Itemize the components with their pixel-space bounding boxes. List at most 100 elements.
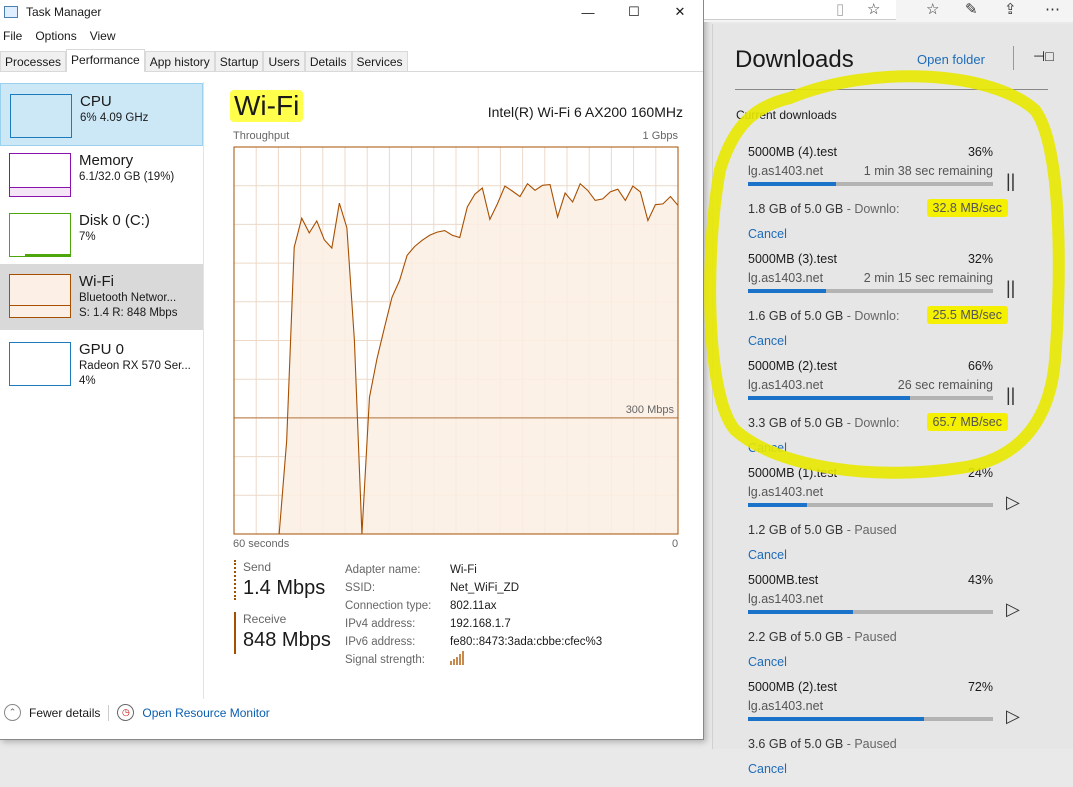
resource-detail: 6% 4.09 GHz <box>80 111 148 126</box>
time-remaining: 1 min 38 sec remaining <box>864 164 993 178</box>
download-item: 5000MB (3).test 32% lg.as1403.net 2 min … <box>748 252 1058 359</box>
resource-disk[interactable]: Disk 0 (C:)7% <box>0 203 203 266</box>
prop-key: Connection type: <box>345 597 450 615</box>
menu-options[interactable]: Options <box>32 29 80 43</box>
download-status: - Downlo: <box>847 309 900 323</box>
progress-fill <box>748 717 924 721</box>
pin-icon[interactable]: ⊣□ <box>1033 48 1054 65</box>
resume-icon[interactable]: ▷ <box>1006 492 1020 513</box>
file-name[interactable]: 5000MB.test <box>748 573 818 587</box>
tab-users[interactable]: Users <box>263 51 304 71</box>
receive-stat: Receive 848 Mbps <box>234 612 334 654</box>
download-speed: 65.7 MB/sec <box>927 413 1008 431</box>
detail-title: Wi-Fi <box>230 90 303 122</box>
prop-key: IPv4 address: <box>345 615 450 633</box>
file-name[interactable]: 5000MB (3).test <box>748 252 837 266</box>
chart-x-left-label: 60 seconds <box>233 538 289 550</box>
prop-value: fe80::8473:3ada:cbbe:cfec%3 <box>450 633 602 651</box>
download-speed: 25.5 MB/sec <box>927 306 1008 324</box>
current-downloads-heading: Current downloads <box>736 108 837 122</box>
download-item: 5000MB (1).test 24% lg.as1403.net ▷ 1.2 … <box>748 466 1058 573</box>
cancel-link[interactable]: Cancel <box>748 441 787 455</box>
cancel-link[interactable]: Cancel <box>748 227 787 241</box>
file-name[interactable]: 5000MB (4).test <box>748 145 837 159</box>
download-percent: 24% <box>953 466 993 480</box>
prop-value: 802.11ax <box>450 597 496 615</box>
resource-wifi[interactable]: Wi-FiBluetooth Networ...S: 1.4 R: 848 Mb… <box>0 264 203 330</box>
tab-services[interactable]: Services <box>352 51 408 71</box>
download-size: 1.6 GB of 5.0 GB - Downlo: <box>748 309 899 323</box>
download-percent: 36% <box>953 145 993 159</box>
progress-fill <box>748 289 826 293</box>
task-manager-icon <box>4 6 18 18</box>
cancel-link[interactable]: Cancel <box>748 655 787 669</box>
open-resource-monitor-link[interactable]: Open Resource Monitor <box>142 706 269 720</box>
file-name[interactable]: 5000MB (2).test <box>748 680 837 694</box>
footer: ⌃ Fewer details ◷ Open Resource Monitor <box>4 704 270 721</box>
download-percent: 32% <box>953 252 993 266</box>
file-name[interactable]: 5000MB (1).test <box>748 466 837 480</box>
menu-view[interactable]: View <box>87 29 120 43</box>
download-host: lg.as1403.net <box>748 271 823 285</box>
file-name[interactable]: 5000MB (2).test <box>748 359 837 373</box>
download-progress-bar <box>748 717 993 721</box>
prop-key: Adapter name: <box>345 561 450 579</box>
time-remaining: 26 sec remaining <box>898 378 993 392</box>
size-text: 1.6 GB of 5.0 GB <box>748 309 843 323</box>
progress-fill <box>748 610 853 614</box>
reading-view-icon[interactable]: ▯ <box>836 0 844 18</box>
menu-file[interactable]: File <box>0 29 26 43</box>
cancel-link[interactable]: Cancel <box>748 548 787 562</box>
detail-pane: Wi-Fi Intel(R) Wi-Fi 6 AX200 160MHz <box>222 82 685 142</box>
time-remaining: 2 min 15 sec remaining <box>864 271 993 285</box>
pen-icon[interactable]: ✎ <box>965 0 978 18</box>
resource-cpu[interactable]: CPU6% 4.09 GHz <box>0 83 203 146</box>
download-host: lg.as1403.net <box>748 378 823 392</box>
resource-detail-2: S: 1.4 R: 848 Mbps <box>79 306 177 321</box>
tab-startup[interactable]: Startup <box>215 51 264 71</box>
open-folder-link[interactable]: Open folder <box>917 52 985 67</box>
maximize-button[interactable]: ☐ <box>611 0 657 24</box>
title-bar: Task Manager — ☐ ✕ <box>0 0 703 24</box>
resource-name: Memory <box>79 152 174 170</box>
resource-gpu[interactable]: GPU 0Radeon RX 570 Ser...4% <box>0 332 203 395</box>
tab-processes[interactable]: Processes <box>0 51 66 71</box>
more-icon[interactable]: ⋯ <box>1045 0 1060 18</box>
adapter-properties: Adapter name:Wi-Fi SSID:Net_WiFi_ZD Conn… <box>345 561 602 669</box>
size-text: 3.3 GB of 5.0 GB <box>748 416 843 430</box>
close-button[interactable]: ✕ <box>657 0 703 24</box>
downloads-panel: Downloads Open folder ⊣□ Current downloa… <box>712 24 1073 749</box>
send-value: 1.4 Mbps <box>243 577 334 600</box>
resume-icon[interactable]: ▷ <box>1006 706 1020 727</box>
cancel-link[interactable]: Cancel <box>748 334 787 348</box>
chart-title: Throughput <box>233 130 289 142</box>
pause-icon[interactable]: || <box>1006 385 1015 406</box>
tab-details[interactable]: Details <box>305 51 352 71</box>
share-icon[interactable]: ⇪ <box>1004 0 1017 18</box>
signal-strength-icon <box>450 651 466 665</box>
fewer-details-button[interactable]: Fewer details <box>29 706 100 720</box>
resource-name: CPU <box>80 93 148 111</box>
favorites-hub-icon[interactable]: ☆ <box>926 0 939 18</box>
tab-performance[interactable]: Performance <box>66 49 145 72</box>
size-text: 1.2 GB of 5.0 GB <box>748 523 843 537</box>
favorite-star-icon[interactable]: ☆ <box>867 0 880 18</box>
download-progress-bar <box>748 610 993 614</box>
pause-icon[interactable]: || <box>1006 171 1015 192</box>
progress-fill <box>748 503 807 507</box>
download-item: 5000MB (2).test 66% lg.as1403.net 26 sec… <box>748 359 1058 466</box>
progress-fill <box>748 182 836 186</box>
prop-key: IPv6 address: <box>345 633 450 651</box>
memory-sparkline <box>9 153 71 197</box>
download-host: lg.as1403.net <box>748 592 823 606</box>
download-progress-bar <box>748 396 993 400</box>
tab-app-history[interactable]: App history <box>145 51 215 71</box>
pause-icon[interactable]: || <box>1006 278 1015 299</box>
minimize-button[interactable]: — <box>565 0 611 24</box>
cancel-link[interactable]: Cancel <box>748 762 787 776</box>
resource-memory[interactable]: Memory6.1/32.0 GB (19%) <box>0 143 203 206</box>
download-status: - Downlo: <box>847 202 900 216</box>
download-host: lg.as1403.net <box>748 485 823 499</box>
chevron-up-icon[interactable]: ⌃ <box>4 704 21 721</box>
resume-icon[interactable]: ▷ <box>1006 599 1020 620</box>
